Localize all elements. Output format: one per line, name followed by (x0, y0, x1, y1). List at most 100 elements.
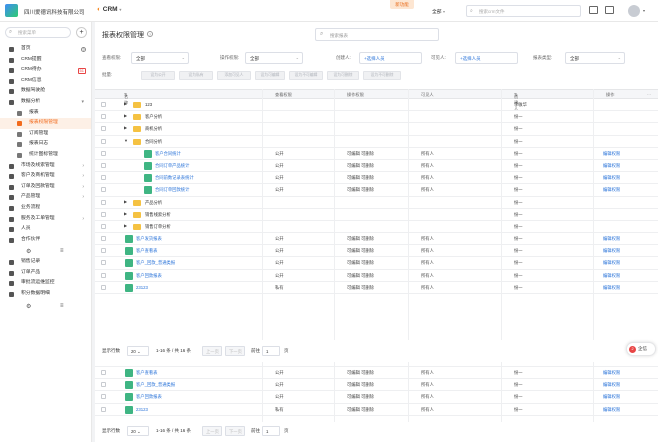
row-name-link[interactable]: 客户回款报表 (136, 394, 162, 400)
row-checkbox[interactable] (101, 272, 106, 278)
edit-permission-link[interactable]: 编辑权限 (603, 273, 620, 279)
sidebar-item[interactable]: 业务流程 (0, 203, 91, 214)
row-checkbox[interactable] (101, 284, 106, 290)
row-checkbox[interactable] (101, 382, 106, 388)
table-row[interactable]: ▶ 产品分析 纷一 (95, 197, 658, 209)
row-checkbox[interactable] (101, 199, 106, 205)
sidebar-item[interactable]: 订阅管理 (0, 129, 91, 140)
next-page-button[interactable]: 下一页 (225, 346, 245, 356)
row-name-link[interactable]: 合同订单产品统计 (155, 163, 189, 169)
row-checkbox[interactable] (101, 102, 106, 107)
page-size-select[interactable]: 20 ⌄ (127, 346, 149, 356)
row-checkbox[interactable] (101, 223, 106, 229)
row-name-link[interactable]: 23123 (136, 407, 148, 412)
edit-permission-link[interactable]: 编辑权限 (603, 382, 620, 388)
settings-icon[interactable]: ⚙ (26, 248, 31, 255)
row-name-link[interactable]: 客户回款报表 (136, 273, 162, 279)
chat-button[interactable]: 2 企信 (626, 342, 656, 356)
sidebar-item[interactable]: CRM待办 51 (0, 65, 91, 76)
edit-permission-link[interactable]: 编辑权限 (603, 370, 620, 376)
sidebar-item[interactable]: 客户及商机管理 › (0, 171, 91, 182)
table-row[interactable]: ▼ 合同分析 纷一 (95, 136, 658, 148)
sidebar-item[interactable]: CRM提醒 (0, 55, 91, 66)
help-icon[interactable]: ? (81, 47, 86, 52)
caret-right-icon[interactable]: ▶ (124, 223, 127, 228)
prev-page-button[interactable]: 上一页 (202, 346, 222, 356)
page-number-input[interactable]: 1 (262, 426, 280, 436)
mail-icon[interactable] (589, 6, 598, 14)
caret-right-icon[interactable]: ▶ (124, 113, 127, 118)
edit-permission-link[interactable]: 编辑权限 (603, 163, 620, 169)
table-row[interactable]: ▶ 商机分析 纷一 (95, 123, 658, 136)
row-name-link[interactable]: 23123 (136, 285, 148, 290)
table-row[interactable]: 23123 私有 可编辑 可删除 所有人 纷一 编辑权限 (95, 282, 658, 294)
table-row[interactable]: 合同订单产品统计 公开 可编辑 可删除 所有人 纷一 编辑权限 (95, 160, 658, 173)
edit-permission-link[interactable]: 编辑权限 (603, 187, 620, 193)
more-icon[interactable]: ⋯ (647, 92, 651, 97)
row-checkbox[interactable] (101, 187, 106, 193)
row-checkbox[interactable] (101, 150, 106, 156)
sidebar-item[interactable]: 市场及线索管理 › (0, 161, 91, 172)
table-row[interactable]: 客户查看表 公开 可编辑 可删除 所有人 纷一 编辑权限 (95, 245, 658, 258)
page-size-select[interactable]: 20 ⌄ (127, 426, 149, 436)
list-icon[interactable]: ≡ (60, 248, 64, 254)
row-checkbox[interactable] (101, 126, 106, 132)
sidebar-item[interactable]: 首页? (0, 44, 91, 55)
table-row[interactable]: 客户_回款_普通类报 公开 可编辑 可删除 所有人 纷一 编辑权限 (95, 379, 658, 392)
edit-permission-link[interactable]: 编辑权限 (603, 394, 620, 400)
sidebar-item[interactable]: 积分数据明细 (0, 289, 91, 300)
sidebar-item[interactable]: 订单及回款管理 › (0, 182, 91, 193)
table-row[interactable]: 23123 私有 可编辑 可删除 所有人 纷一 编辑权限 (95, 404, 658, 416)
edit-permission-link[interactable]: 编辑权限 (603, 285, 620, 291)
table-row[interactable]: ▶ 销售线索分析 纷一 (95, 209, 658, 221)
row-name-link[interactable]: 客户查看表 (136, 370, 157, 376)
row-name-link[interactable]: 客户_回款_普通类报 (136, 260, 175, 266)
search-scope-select[interactable]: 全部 ▾ (432, 8, 445, 15)
calendar-icon[interactable] (605, 6, 614, 14)
batch-action-button[interactable]: 设为私有 (179, 71, 213, 80)
edit-permission-link[interactable]: 编辑权限 (603, 248, 620, 254)
sidebar-item[interactable]: 报表日志 (0, 139, 91, 150)
batch-action-button[interactable]: 设为可编辑 (255, 71, 285, 80)
table-row[interactable]: ▶ 客户分析 纷一 (95, 111, 658, 124)
row-checkbox[interactable] (101, 260, 106, 266)
caret-right-icon[interactable]: ▶ (124, 101, 127, 106)
new-feature-badge[interactable]: 新功能 (390, 0, 414, 9)
row-name-link[interactable]: 客户发货报表 (136, 236, 162, 242)
edit-permission-link[interactable]: 编辑权限 (603, 151, 620, 157)
table-row[interactable]: 客户合同统计 公开 可编辑 可删除 所有人 纷一 编辑权限 (95, 148, 658, 160)
visible-to-picker[interactable]: +选择人员 (455, 52, 518, 64)
batch-action-button[interactable]: 设为可删除 (327, 71, 359, 80)
table-row[interactable]: 合同前数记录表统计 公开 可编辑 可删除 所有人 纷一 编辑权限 (95, 172, 658, 185)
menu-search-input[interactable]: ⌕ 搜索菜单 (5, 27, 71, 38)
sidebar-item[interactable]: 数据分析 ▾ (0, 97, 91, 108)
op-permission-select[interactable]: 全部 ⌄ (245, 52, 303, 64)
sidebar-item[interactable]: 审批流运维监控 (0, 278, 91, 289)
sidebar-item[interactable]: 统计图标管理 (0, 150, 91, 161)
sidebar-item[interactable]: 产品管理 › (0, 192, 91, 203)
sidebar-item[interactable]: 服务及工单管理 › (0, 214, 91, 225)
row-checkbox[interactable] (101, 394, 106, 400)
edit-permission-link[interactable]: 编辑权限 (603, 236, 620, 242)
edit-permission-link[interactable]: 编辑权限 (603, 407, 620, 413)
caret-down-icon[interactable]: ▼ (124, 138, 128, 143)
row-name-link[interactable]: 合同订单回款统计 (155, 187, 189, 193)
row-checkbox[interactable] (101, 236, 106, 242)
table-row[interactable]: 客户_回款_普通类报 公开 可编辑 可删除 所有人 纷一 编辑权限 (95, 257, 658, 270)
row-checkbox[interactable] (101, 114, 106, 120)
table-row[interactable]: 客户回款报表 公开 可编辑 可删除 所有人 纷一 编辑权限 (95, 270, 658, 282)
row-checkbox[interactable] (101, 248, 106, 254)
row-checkbox[interactable] (101, 138, 106, 144)
sidebar-item[interactable]: 订单产品 (0, 268, 91, 279)
row-checkbox[interactable] (101, 370, 106, 375)
sidebar-item[interactable]: 销售记录 (0, 257, 91, 268)
row-checkbox[interactable] (101, 175, 106, 181)
help-icon[interactable]: ? (147, 31, 153, 37)
batch-action-button[interactable]: 设为公开 (141, 71, 175, 80)
view-permission-select[interactable]: 全部 ⌄ (131, 52, 189, 64)
creator-picker[interactable]: +选择人员 (359, 52, 422, 64)
row-checkbox[interactable] (101, 211, 106, 217)
sidebar-item[interactable]: 人员 (0, 224, 91, 235)
chevron-down-icon[interactable]: ▾ (643, 8, 645, 13)
caret-right-icon[interactable]: ▶ (124, 125, 127, 130)
